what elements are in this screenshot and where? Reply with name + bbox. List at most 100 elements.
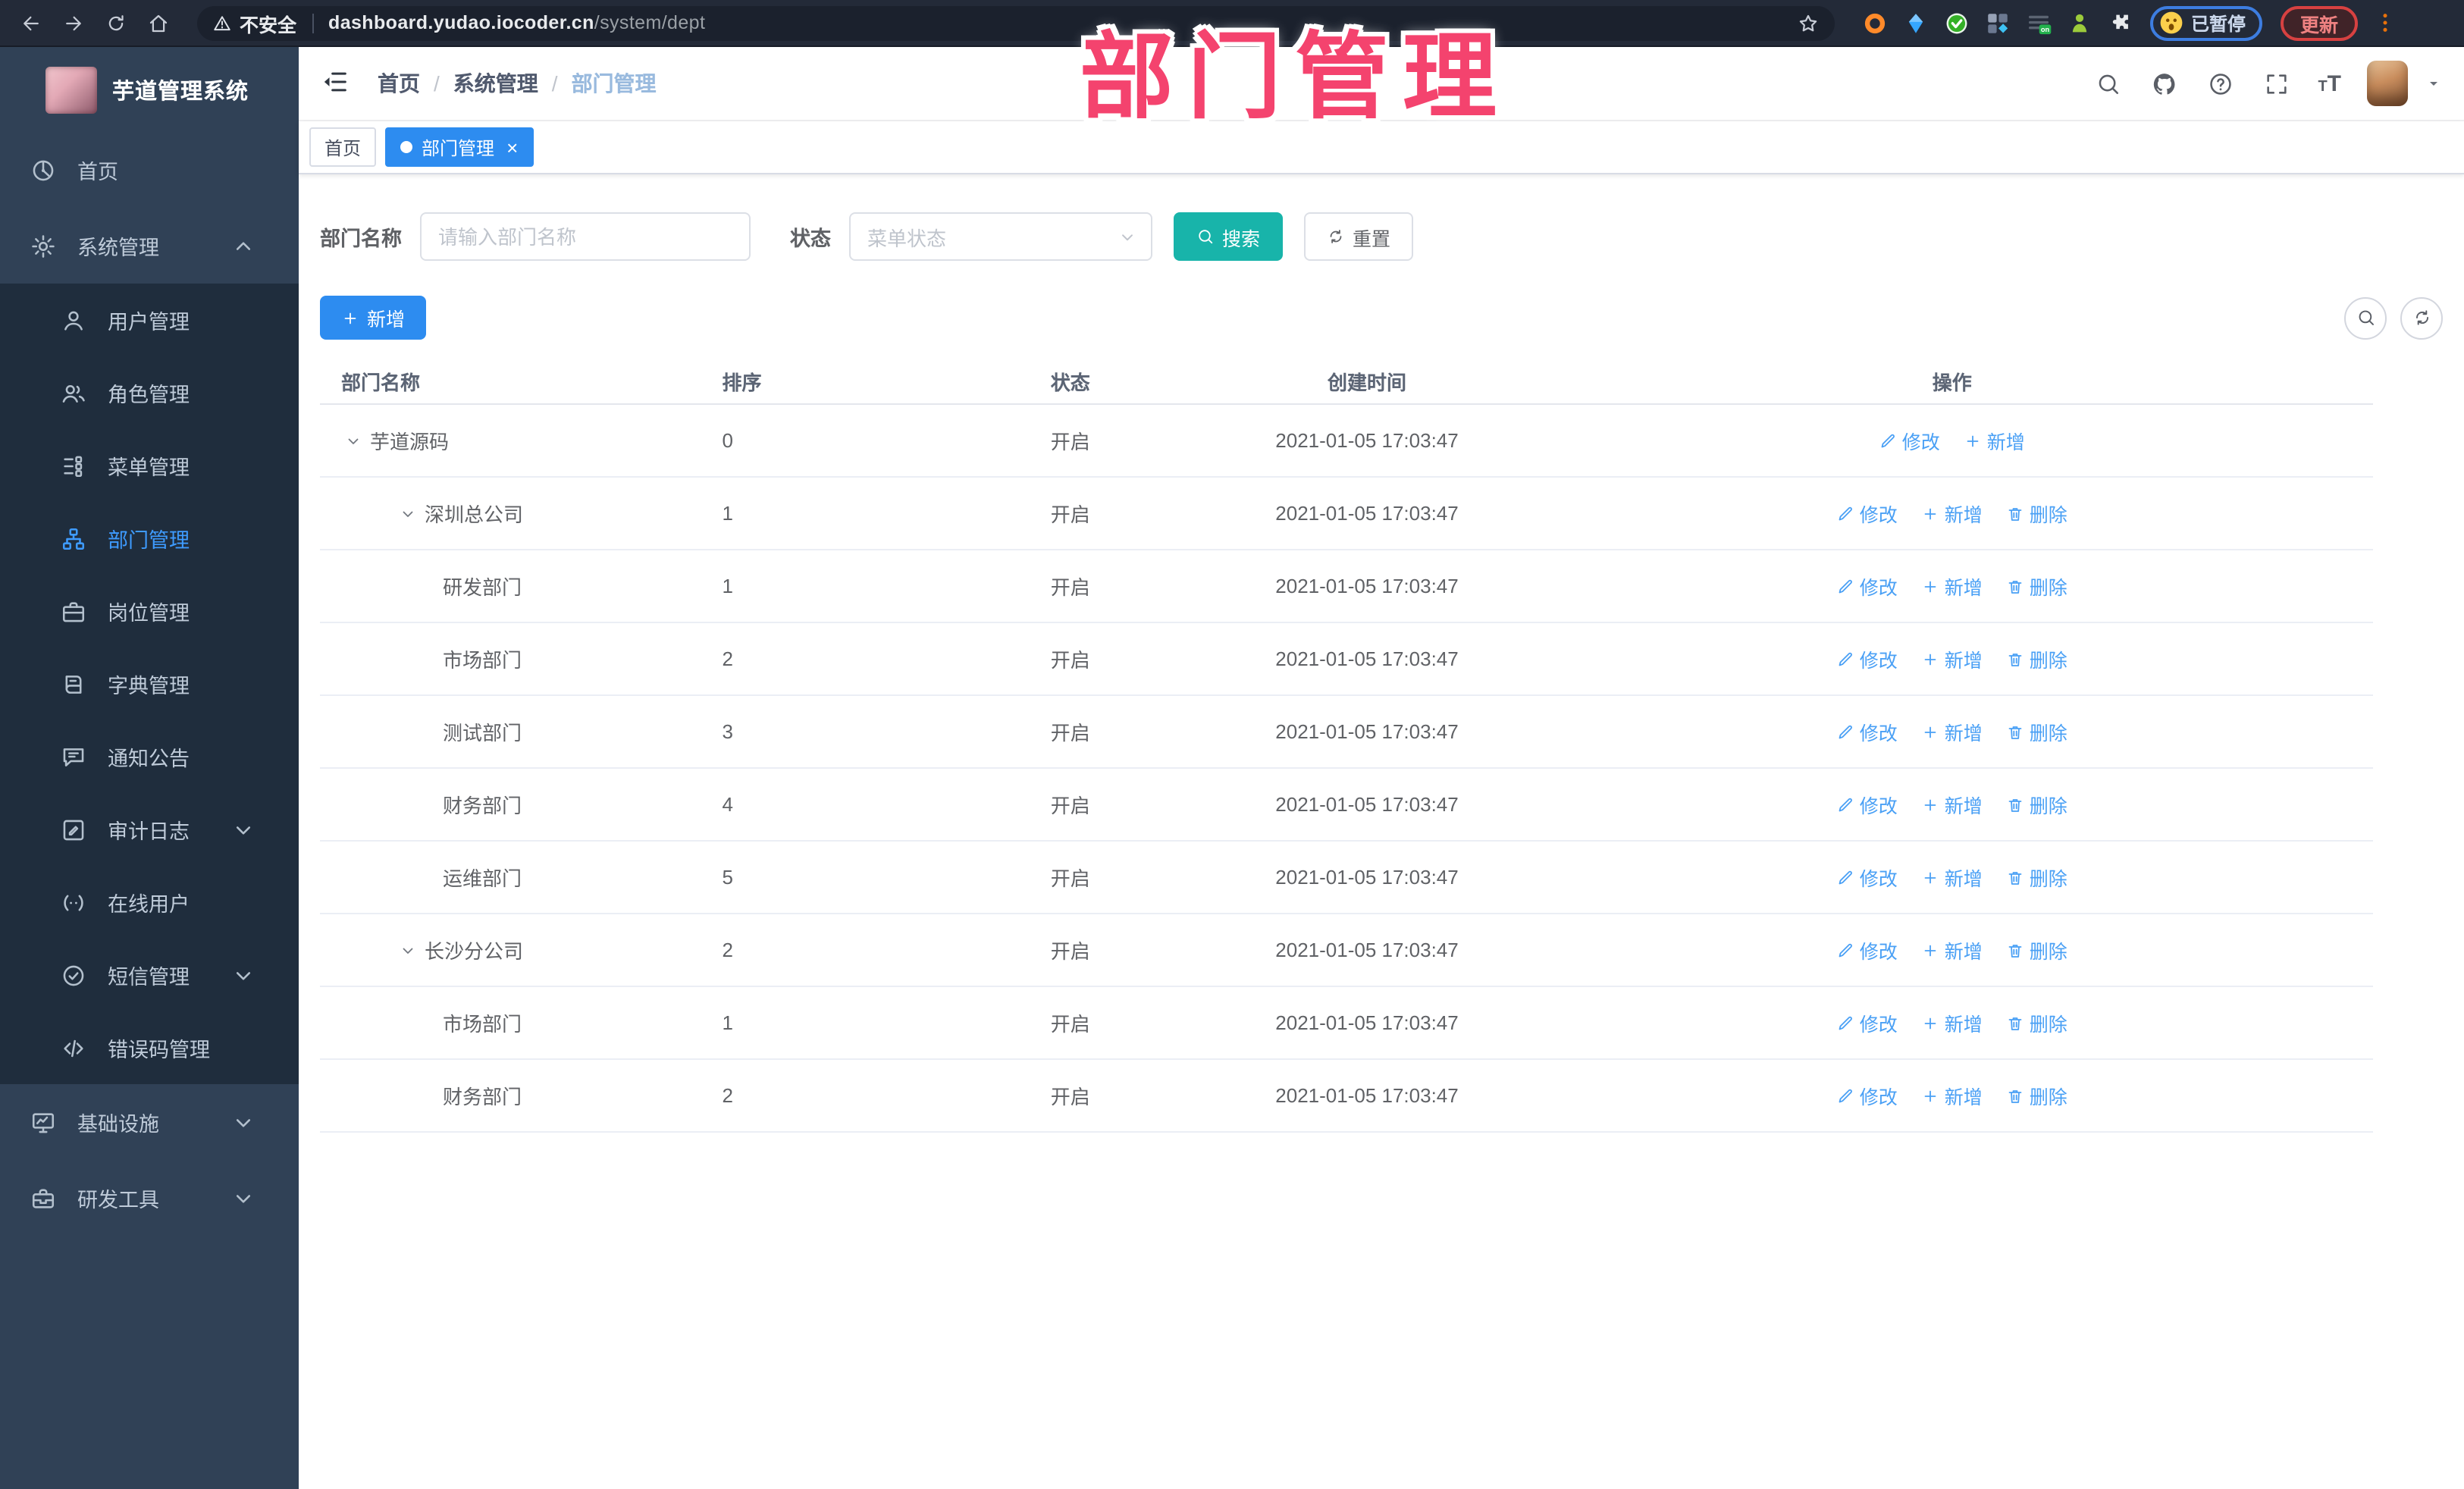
ext-grid-icon[interactable] [1982,8,2012,38]
ext-orange-icon[interactable] [1859,8,1889,38]
status-cell: 开启 [1050,1013,1090,1036]
tree-expand-arrow-icon[interactable] [399,941,417,959]
refresh-icon [1327,227,1345,246]
row-add-link[interactable]: 新增 [1922,572,1983,600]
sidebar-item-首页[interactable]: 首页 [0,132,299,208]
trash-icon [2007,1014,2025,1032]
sidebar-item-角色管理[interactable]: 角色管理 [0,356,299,429]
page-content: 部门名称 状态 菜单状态 搜索 重置 [299,174,2464,1489]
font-size-button[interactable]: TT [2318,72,2341,95]
row-edit-link[interactable]: 修改 [1837,644,1898,673]
paused-extension-pill[interactable]: 已暂停 [2150,5,2263,40]
row-delete-link[interactable]: 删除 [2007,572,2067,600]
tree-expand-arrow-icon[interactable] [399,504,417,522]
update-button[interactable]: 更新 [2281,5,2359,40]
row-edit-link[interactable]: 修改 [1837,572,1898,600]
row-delete-link[interactable]: 删除 [2007,717,2067,746]
row-add-link[interactable]: 新增 [1922,1008,1983,1037]
breadcrumb-system[interactable]: 系统管理 [453,68,538,99]
table-row: 深圳总公司 1 开启 2021-01-05 17:03:47 修改 新增 删除 [320,478,2373,550]
row-delete-link[interactable]: 删除 [2007,499,2067,528]
trash-icon [2007,577,2025,595]
sidebar-item-菜单管理[interactable]: 菜单管理 [0,429,299,502]
toolbar-right [2344,296,2443,339]
sidebar-item-短信管理[interactable]: 短信管理 [0,939,299,1011]
browser-home-button[interactable] [140,5,176,41]
tree-expand-arrow-icon[interactable] [344,431,362,450]
row-delete-link[interactable]: 删除 [2007,936,2067,964]
sidebar-item-系统管理[interactable]: 系统管理 [0,208,299,284]
row-add-link[interactable]: 新增 [1922,790,1983,819]
url-host: dashboard.yudao.iocoder.cn [328,12,594,33]
ext-gem-icon[interactable] [1900,8,1930,38]
status-select[interactable]: 菜单状态 [849,212,1152,261]
row-edit-link[interactable]: 修改 [1837,1008,1898,1037]
tag-首页[interactable]: 首页 [309,127,377,167]
close-icon[interactable]: × [506,137,518,157]
docs-help-button[interactable] [2205,68,2236,99]
sidebar-item-错误码管理[interactable]: 错误码管理 [0,1011,299,1084]
row-edit-link[interactable]: 修改 [1837,863,1898,892]
security-chip[interactable]: 不安全 [212,8,296,37]
add-dept-button[interactable]: 新增 [320,296,427,340]
row-action-label: 删除 [2029,1087,2067,1108]
row-delete-link[interactable]: 删除 [2007,644,2067,673]
user-avatar[interactable] [2367,61,2408,106]
app-logo-row[interactable]: 芋道管理系统 [0,47,299,132]
ext-check-icon[interactable] [1941,8,1971,38]
row-edit-link[interactable]: 修改 [1837,499,1898,528]
browser-menu-dots-icon[interactable] [2373,11,2397,35]
sidebar-item-审计日志[interactable]: 审计日志 [0,793,299,866]
row-edit-link[interactable]: 修改 [1837,790,1898,819]
search-button[interactable]: 搜索 [1174,212,1284,261]
refresh-table-button[interactable] [2400,296,2443,339]
breadcrumb: 首页 / 系统管理 / 部门管理 [378,68,657,99]
row-edit-link[interactable]: 修改 [1879,426,1940,455]
bookmark-star-icon[interactable] [1797,11,1820,34]
row-add-link[interactable]: 新增 [1964,426,2025,455]
ext-person-icon[interactable] [2064,8,2094,38]
actions-cell: 修改 新增 删除 [1531,499,2373,528]
reset-button[interactable]: 重置 [1304,212,1414,261]
row-delete-link[interactable]: 删除 [2007,790,2067,819]
address-bar[interactable]: 不安全 dashboard.yudao.iocoder.cn/system/de… [197,5,1835,40]
sidebar-item-字典管理[interactable]: 字典管理 [0,647,299,720]
github-button[interactable] [2149,68,2180,99]
sidebar-item-基础设施[interactable]: 基础设施 [0,1084,299,1160]
toggle-search-button[interactable] [2344,296,2387,339]
dept-name-input[interactable] [420,212,751,261]
row-edit-link[interactable]: 修改 [1837,936,1898,964]
row-add-link[interactable]: 新增 [1922,644,1983,673]
row-delete-link[interactable]: 删除 [2007,1081,2067,1110]
row-edit-link[interactable]: 修改 [1837,1081,1898,1110]
row-add-link[interactable]: 新增 [1922,1081,1983,1110]
browser-back-button[interactable] [12,5,49,41]
header-search-button[interactable] [2093,68,2124,99]
sidebar-item-部门管理[interactable]: 部门管理 [0,502,299,575]
row-add-link[interactable]: 新增 [1922,936,1983,964]
row-delete-link[interactable]: 删除 [2007,863,2067,892]
sidebar-item-用户管理[interactable]: 用户管理 [0,284,299,356]
row-add-link[interactable]: 新增 [1922,499,1983,528]
breadcrumb-home[interactable]: 首页 [378,68,420,99]
row-action-label: 修改 [1859,942,1898,963]
omnibox-divider [312,13,314,33]
browser-forward-button[interactable] [55,5,91,41]
sidebar-item-岗位管理[interactable]: 岗位管理 [0,575,299,647]
sidebar-item-label: 研发工具 [77,1189,159,1212]
row-add-link[interactable]: 新增 [1922,863,1983,892]
avatar-caret-icon[interactable] [2425,74,2443,92]
tag-部门管理[interactable]: 部门管理 × [385,127,534,167]
sidebar-item-研发工具[interactable]: 研发工具 [0,1160,299,1236]
browser-reload-button[interactable] [97,5,133,41]
sidebar-item-通知公告[interactable]: 通知公告 [0,720,299,793]
sidebar-toggle-button[interactable] [320,67,353,100]
dept-name-text: 芋道源码 [370,431,450,453]
sidebar-item-在线用户[interactable]: 在线用户 [0,866,299,939]
ext-puzzle-icon[interactable] [2105,8,2135,38]
row-delete-link[interactable]: 删除 [2007,1008,2067,1037]
row-edit-link[interactable]: 修改 [1837,717,1898,746]
ext-onbadge-icon[interactable]: on [2023,8,2053,38]
row-add-link[interactable]: 新增 [1922,717,1983,746]
fullscreen-button[interactable] [2262,68,2292,99]
